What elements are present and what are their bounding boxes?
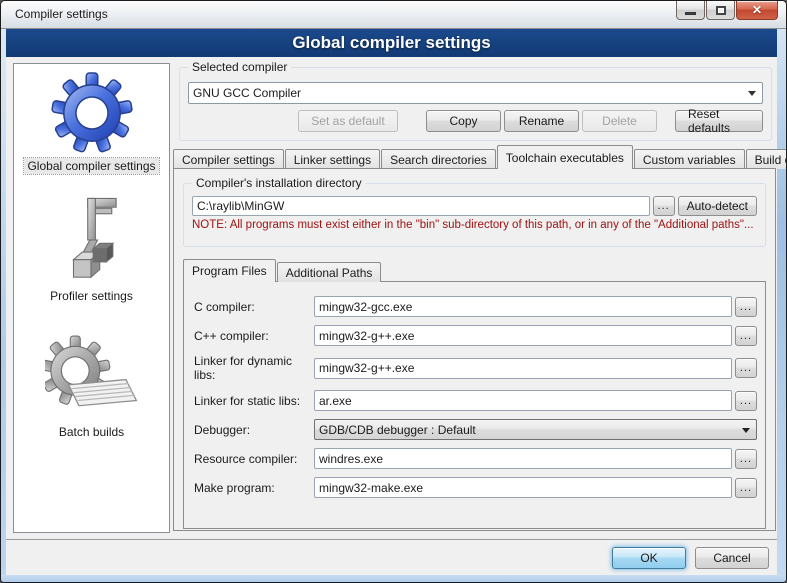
window-frame-bottom	[1, 575, 786, 582]
field-row-cpp-compiler: C++ compiler: ...	[194, 325, 757, 346]
note-text: NOTE: All programs must exist either in …	[192, 219, 757, 231]
linker-static-input[interactable]	[314, 390, 732, 411]
field-label: C++ compiler:	[194, 329, 314, 343]
window-title: Compiler settings	[15, 7, 108, 21]
field-label: C compiler:	[194, 300, 314, 314]
field-row-debugger: Debugger: GDB/CDB debugger : Default	[194, 419, 757, 440]
field-row-make-program: Make program: ...	[194, 477, 757, 498]
c-compiler-input[interactable]	[314, 296, 732, 317]
field-row-c-compiler: C compiler: ...	[194, 296, 757, 317]
browse-make-program-button[interactable]: ...	[735, 478, 757, 498]
chevron-down-icon	[748, 91, 756, 96]
page-title: Global compiler settings	[6, 29, 777, 57]
browse-cpp-compiler-button[interactable]: ...	[735, 326, 757, 346]
browse-linker-static-button[interactable]: ...	[735, 391, 757, 411]
field-label: Linker for dynamic libs:	[194, 354, 314, 382]
installation-directory-input[interactable]	[192, 196, 650, 216]
selected-compiler-group: Selected compiler GNU GCC Compiler Set a…	[179, 67, 772, 141]
set-as-default-button[interactable]: Set as default	[298, 110, 398, 132]
field-label: Linker for static libs:	[194, 394, 314, 408]
field-label: Debugger:	[194, 423, 314, 437]
sidebar-item-label: Batch builds	[56, 424, 127, 440]
restore-button[interactable]	[706, 1, 735, 20]
toolchain-executables-panel: Compiler's installation directory ... Au…	[173, 168, 776, 531]
field-row-linker-dynamic: Linker for dynamic libs: ...	[194, 354, 757, 382]
tab-linker-settings[interactable]: Linker settings	[285, 149, 380, 169]
minimize-button[interactable]	[676, 1, 705, 20]
close-icon: ✕	[752, 3, 762, 17]
sidebar-item-profiler-settings[interactable]: Profiler settings	[47, 196, 136, 304]
tab-compiler-settings[interactable]: Compiler settings	[173, 149, 284, 169]
tab-search-directories[interactable]: Search directories	[381, 149, 496, 169]
compiler-select[interactable]: GNU GCC Compiler	[188, 82, 763, 104]
field-row-linker-static: Linker for static libs: ...	[194, 390, 757, 411]
close-button[interactable]: ✕	[736, 1, 778, 20]
debugger-select-value: GDB/CDB debugger : Default	[319, 423, 476, 437]
compiler-actions: Set as default Copy Rename Delete Reset …	[188, 110, 763, 132]
tab-toolchain-executables[interactable]: Toolchain executables	[497, 145, 633, 169]
blue-gear-icon	[51, 72, 133, 154]
resource-compiler-input[interactable]	[314, 448, 732, 469]
compiler-settings-dialog: Compiler settings ✕ Global compiler sett…	[0, 0, 787, 583]
installation-directory-group: Compiler's installation directory ... Au…	[183, 183, 766, 247]
browse-c-compiler-button[interactable]: ...	[735, 297, 757, 317]
titlebar[interactable]: Compiler settings ✕	[1, 1, 786, 29]
cancel-button[interactable]: Cancel	[695, 547, 769, 569]
dialog-footer: OK Cancel	[6, 540, 777, 575]
ok-button[interactable]: OK	[612, 547, 686, 569]
restore-icon	[716, 6, 726, 15]
installation-path-row: ... Auto-detect	[192, 196, 757, 216]
tab-additional-paths[interactable]: Additional Paths	[277, 262, 382, 282]
selected-compiler-group-label: Selected compiler	[188, 60, 291, 74]
client-area: Global compiler settings	[6, 29, 777, 575]
auto-detect-button[interactable]: Auto-detect	[678, 196, 757, 216]
window-controls: ✕	[675, 1, 778, 20]
batch-builds-icon	[45, 334, 139, 420]
linker-dynamic-input[interactable]	[314, 358, 732, 379]
reset-defaults-button[interactable]: Reset defaults	[675, 110, 763, 132]
tab-program-files[interactable]: Program Files	[183, 259, 276, 282]
field-label: Make program:	[194, 481, 314, 495]
tab-custom-variables[interactable]: Custom variables	[634, 149, 745, 169]
sidebar-item-batch-builds[interactable]: Batch builds	[45, 334, 139, 440]
sidebar-item-label: Profiler settings	[47, 288, 136, 304]
minimize-icon	[685, 12, 696, 15]
cpp-compiler-input[interactable]	[314, 325, 732, 346]
browse-resource-compiler-button[interactable]: ...	[735, 449, 757, 469]
sidebar-item-global-compiler-settings[interactable]: Global compiler settings	[24, 72, 158, 174]
debugger-select[interactable]: GDB/CDB debugger : Default	[314, 419, 757, 440]
field-row-resource-compiler: Resource compiler: ...	[194, 448, 757, 469]
caliper-icon	[56, 196, 126, 284]
program-tabs: Program Files Additional Paths	[183, 259, 766, 282]
installation-directory-group-label: Compiler's installation directory	[192, 176, 366, 190]
browse-directory-button[interactable]: ...	[653, 196, 675, 216]
field-label: Resource compiler:	[194, 452, 314, 466]
window-frame-right	[777, 29, 786, 582]
make-program-input[interactable]	[314, 477, 732, 498]
browse-linker-dynamic-button[interactable]: ...	[735, 358, 757, 378]
copy-button[interactable]: Copy	[426, 110, 501, 132]
program-files-panel: C compiler: ... C++ compiler: ... Linker…	[183, 281, 766, 529]
delete-button[interactable]: Delete	[582, 110, 657, 132]
rename-button[interactable]: Rename	[504, 110, 579, 132]
chevron-down-icon	[742, 428, 750, 433]
sidebar-item-label: Global compiler settings	[24, 158, 158, 174]
settings-tabs: Compiler settings Linker settings Search…	[173, 145, 776, 169]
tab-build-options[interactable]: Build options	[746, 149, 787, 169]
settings-category-list: Global compiler settings	[13, 63, 170, 533]
compiler-select-value: GNU GCC Compiler	[193, 86, 301, 100]
